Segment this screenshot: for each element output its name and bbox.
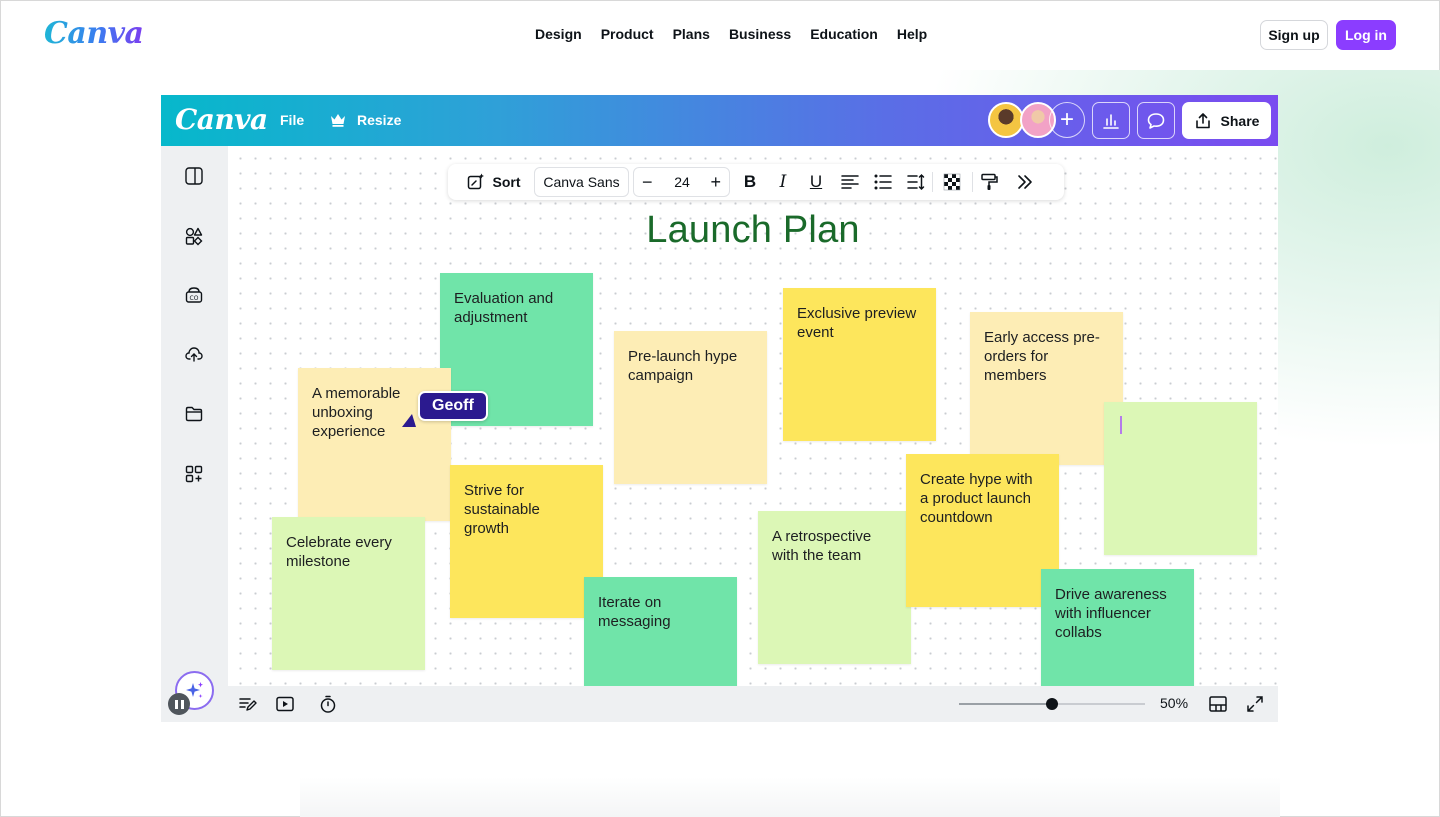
nav-design[interactable]: Design (535, 26, 582, 42)
avatar[interactable] (988, 102, 1024, 138)
italic-icon[interactable]: I (771, 164, 795, 200)
zoom-slider-handle[interactable] (1046, 698, 1058, 710)
editor-header: Canva File Resize + Share (161, 95, 1278, 146)
main-nav: Design Product Plans Business Education … (535, 26, 927, 42)
folder-icon[interactable] (184, 404, 204, 424)
zoom-slider-fill (959, 703, 1052, 705)
sticky-note-editing[interactable] (1104, 402, 1257, 555)
text-cursor (1120, 416, 1122, 434)
bullet-list-icon[interactable] (873, 172, 893, 192)
resize-button[interactable]: Resize (357, 112, 401, 128)
sticky-note[interactable]: Exclusive preview event (783, 288, 936, 441)
signup-button[interactable]: Sign up (1260, 20, 1328, 50)
nav-plans[interactable]: Plans (673, 26, 710, 42)
nav-education[interactable]: Education (810, 26, 878, 42)
editor-preview: Canva File Resize + Share CO Launch Plan… (161, 95, 1278, 722)
paint-roller-icon[interactable] (979, 172, 999, 192)
toolbar-divider (932, 172, 933, 192)
sticky-note[interactable]: Strive for sustainable growth (450, 465, 603, 618)
collaborator-tag: Geoff (418, 391, 488, 421)
nav-help[interactable]: Help (897, 26, 927, 42)
svg-text:CO: CO (190, 295, 199, 302)
transparency-icon[interactable] (942, 172, 962, 192)
decrease-size-icon[interactable]: − (642, 172, 653, 193)
font-size-value[interactable]: 24 (672, 174, 692, 190)
notes-icon[interactable] (238, 694, 258, 714)
sticky-note[interactable]: Pre-launch hype campaign (614, 331, 767, 484)
sort-button[interactable]: Sort (456, 164, 530, 200)
crown-icon (331, 114, 345, 127)
elements-icon[interactable] (184, 226, 204, 246)
bold-icon[interactable]: B (738, 164, 762, 200)
share-label: Share (1220, 112, 1260, 129)
add-collaborator-icon[interactable]: + (1049, 102, 1085, 138)
editor-logo[interactable]: Canva (175, 103, 268, 136)
sticky-note[interactable]: Create hype with a product launch countd… (906, 454, 1059, 607)
present-icon[interactable] (275, 694, 295, 714)
share-button[interactable]: Share (1182, 102, 1271, 139)
design-panel-icon[interactable] (184, 166, 204, 186)
left-rail: CO (161, 146, 228, 686)
collaborator-cursor-icon (402, 414, 416, 427)
sticky-note[interactable]: Drive awareness with influencer collabs (1041, 569, 1194, 686)
grid-view-icon[interactable] (1208, 694, 1228, 714)
brand-icon[interactable]: CO (184, 285, 204, 305)
canva-logo[interactable]: Canva (44, 16, 144, 51)
fullscreen-icon[interactable] (1245, 694, 1265, 714)
sticky-note[interactable]: Early access pre-orders for members (970, 312, 1123, 465)
comments-button[interactable] (1137, 102, 1175, 139)
underline-icon[interactable]: U (804, 164, 828, 200)
nav-product[interactable]: Product (601, 26, 654, 42)
insights-button[interactable] (1092, 102, 1130, 139)
chevrons-right-icon[interactable] (1015, 172, 1035, 192)
share-icon (1195, 112, 1210, 128)
sticky-note[interactable]: Celebrate every milestone (272, 517, 425, 670)
bottom-bar: 50% (228, 686, 1278, 722)
nav-business[interactable]: Business (729, 26, 791, 42)
increase-size-icon[interactable]: + (710, 172, 721, 193)
sticky-note[interactable]: A retrospective with the team (758, 511, 911, 664)
timer-icon[interactable] (318, 694, 338, 714)
sort-icon (467, 173, 484, 190)
upload-icon[interactable] (184, 344, 204, 364)
zoom-slider[interactable] (959, 698, 1145, 710)
align-left-icon[interactable] (840, 172, 860, 192)
whiteboard-canvas[interactable]: Launch Plan Evaluation and adjustment A … (228, 146, 1278, 686)
bar-chart-icon (1103, 113, 1119, 129)
sticky-note[interactable]: Iterate on messaging (584, 577, 737, 686)
font-size-stepper: − 24 + (633, 167, 730, 197)
apps-icon[interactable] (184, 464, 204, 484)
zoom-level[interactable]: 50% (1160, 695, 1188, 711)
format-toolbar: Sort Canva Sans − 24 + B I U (448, 164, 1064, 200)
sort-label: Sort (492, 174, 521, 190)
line-spacing-icon[interactable] (906, 172, 926, 192)
pause-button[interactable] (168, 693, 190, 715)
login-button[interactable]: Log in (1336, 20, 1396, 50)
file-menu[interactable]: File (280, 112, 304, 128)
font-family-select[interactable]: Canva Sans (534, 167, 629, 197)
comment-icon (1147, 112, 1165, 129)
toolbar-divider (972, 172, 973, 192)
background-shadow (300, 777, 1280, 817)
board-title[interactable]: Launch Plan (228, 209, 1278, 252)
